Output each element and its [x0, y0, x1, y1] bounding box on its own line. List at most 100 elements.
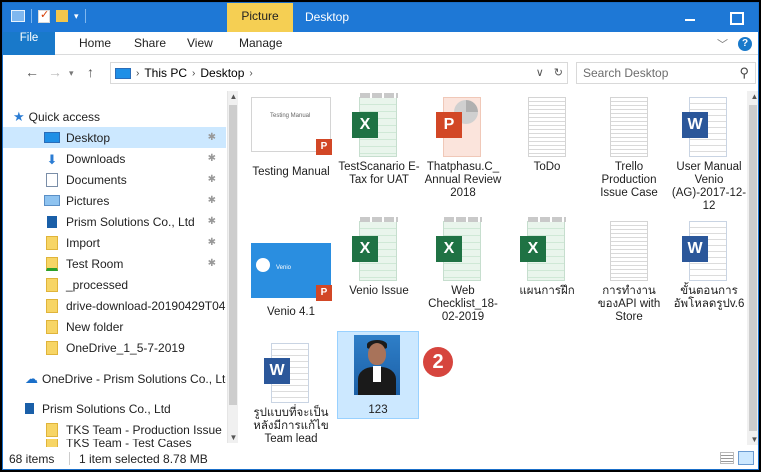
- tab-home[interactable]: Home: [79, 32, 111, 55]
- scrollbar-thumb[interactable]: [229, 105, 237, 405]
- nav-processed[interactable]: _processed: [3, 274, 226, 295]
- new-folder-icon[interactable]: [56, 10, 68, 22]
- nav-label: Test Room: [66, 256, 124, 271]
- file-item[interactable]: P Thatphasu.C_ Annual Review 2018: [421, 97, 505, 200]
- details-view-icon[interactable]: [720, 452, 734, 464]
- nav-drive-download[interactable]: drive-download-20190429T042044: [3, 295, 226, 316]
- close-button[interactable]: x: [758, 3, 759, 32]
- tab-file[interactable]: File: [3, 32, 55, 55]
- maximize-button[interactable]: [713, 3, 757, 32]
- scroll-down-icon[interactable]: ▼: [749, 435, 758, 444]
- scroll-up-icon[interactable]: ▲: [749, 92, 758, 101]
- nav-desktop[interactable]: Desktop ✱: [3, 127, 226, 148]
- pin-icon[interactable]: ✱: [208, 132, 216, 143]
- file-name: Testing Manual: [252, 166, 330, 178]
- file-item[interactable]: W รูปแบบที่จะเป็นหลังมีการแก้ไข Team lea…: [249, 343, 333, 446]
- scroll-down-icon[interactable]: ▼: [228, 433, 239, 442]
- excel-file-icon: X: [352, 93, 398, 157]
- address-bar[interactable]: › This PC › Desktop › ∨ ↻: [110, 62, 568, 84]
- pin-icon[interactable]: ✱: [208, 174, 216, 185]
- tab-view[interactable]: View: [187, 32, 213, 55]
- powerpoint-icon: P: [316, 139, 332, 155]
- photo-thumbnail[interactable]: [354, 335, 400, 395]
- file-item[interactable]: X Web Checklist_18-02-2019: [421, 217, 505, 324]
- forward-arrow-icon[interactable]: →: [48, 64, 62, 80]
- up-arrow-icon[interactable]: ↑: [87, 64, 94, 80]
- folder-icon: [46, 319, 58, 334]
- word-icon: W: [682, 236, 708, 262]
- nav-test-room[interactable]: Test Room ✱: [3, 253, 226, 274]
- step-marker-badge: 2: [423, 347, 453, 377]
- back-arrow-icon[interactable]: ←: [25, 64, 39, 80]
- nav-documents[interactable]: Documents ✱: [3, 169, 226, 190]
- minimize-button[interactable]: [668, 3, 712, 32]
- expand-ribbon-icon[interactable]: ﹀: [717, 36, 728, 52]
- nav-downloads[interactable]: ⬇ Downloads ✱: [3, 148, 226, 169]
- breadcrumb-this-pc[interactable]: This PC: [144, 66, 187, 80]
- separator: [31, 9, 32, 23]
- chevron-right-icon[interactable]: ›: [136, 68, 139, 79]
- nav-tks-test-cases[interactable]: TKS Team - Test Cases: [3, 439, 226, 447]
- file-item[interactable]: Trello Production Issue Case: [587, 97, 671, 200]
- nav-prism-solutions-pinned[interactable]: Prism Solutions Co., Ltd ✱: [3, 211, 226, 232]
- nav-onedrive[interactable]: ☁ OneDrive - Prism Solutions Co., Ltd: [3, 368, 226, 389]
- excel-file-icon: X: [436, 217, 482, 281]
- nav-scrollbar[interactable]: ▲ ▼: [227, 91, 238, 443]
- nav-label: drive-download-20190429T042044: [66, 298, 226, 313]
- help-icon[interactable]: ?: [738, 37, 752, 51]
- tab-manage[interactable]: Manage: [239, 32, 282, 55]
- download-icon: ⬇: [46, 151, 58, 167]
- address-dropdown-icon[interactable]: ∨: [536, 66, 544, 79]
- nav-import[interactable]: Import ✱: [3, 232, 226, 253]
- file-item[interactable]: X แผนการฝึก: [505, 217, 589, 298]
- customize-toolbar-icon[interactable]: ▾: [74, 11, 79, 22]
- refresh-icon[interactable]: ↻: [554, 66, 563, 79]
- nav-label: OneDrive_1_5-7-2019: [66, 340, 185, 355]
- thumbnail-title: Testing Manual: [270, 113, 311, 119]
- pin-icon[interactable]: ✱: [208, 258, 216, 269]
- prism-folder-icon: [47, 215, 57, 228]
- nav-quick-access[interactable]: ★ Quick access: [13, 106, 236, 127]
- nav-prism-solutions[interactable]: Prism Solutions Co., Ltd: [3, 398, 226, 419]
- large-icons-view-icon[interactable]: [738, 451, 754, 465]
- properties-icon[interactable]: [38, 8, 50, 23]
- pin-icon[interactable]: ✱: [208, 195, 216, 206]
- powerpoint-icon: P: [436, 112, 462, 138]
- status-bar: 68 items 1 item selected 8.78 MB: [3, 447, 758, 469]
- folder-icon: [46, 422, 58, 437]
- folder-app-icon[interactable]: [11, 10, 25, 22]
- nav-label: TKS Team - Test Cases: [66, 439, 192, 447]
- nav-pictures[interactable]: Pictures ✱: [3, 190, 226, 211]
- file-item[interactable]: Venio P Venio 4.1: [249, 221, 333, 319]
- logo-icon: [256, 258, 270, 272]
- file-item[interactable]: ToDo: [505, 97, 589, 174]
- search-input[interactable]: Search Desktop ⚲: [576, 62, 756, 84]
- scrollbar-thumb[interactable]: [749, 105, 757, 431]
- nav-new-folder[interactable]: New folder: [3, 316, 226, 337]
- search-icon[interactable]: ⚲: [739, 65, 749, 81]
- folder-icon: [46, 298, 58, 313]
- pin-icon[interactable]: ✱: [208, 216, 216, 227]
- tab-share[interactable]: Share: [134, 32, 166, 55]
- file-item[interactable]: W User Manual Venio (AG)-2017-12-12: [667, 97, 751, 213]
- chevron-right-icon[interactable]: ›: [192, 68, 195, 79]
- recent-locations-icon[interactable]: ▾: [69, 68, 74, 79]
- excel-icon: X: [520, 236, 546, 262]
- chevron-right-icon[interactable]: ›: [249, 68, 252, 79]
- file-item[interactable]: Testing Manual P Testing Manual: [249, 97, 333, 179]
- pin-icon[interactable]: ✱: [208, 237, 216, 248]
- nav-tks-production[interactable]: TKS Team - Production Issue: [3, 419, 226, 440]
- file-item[interactable]: X Venio Issue: [337, 217, 421, 298]
- file-name: แผนการฝึก: [519, 285, 575, 297]
- face: [368, 343, 386, 365]
- file-item[interactable]: การทำงานของAPI with Store: [587, 221, 671, 324]
- nav-onedrive-folder[interactable]: OneDrive_1_5-7-2019: [3, 337, 226, 358]
- file-item[interactable]: W ขั้นตอนการอัพโหลดรูปv.6: [667, 221, 751, 311]
- file-item[interactable]: X TestScanario E-Tax for UAT: [337, 93, 421, 187]
- file-name: User Manual Venio (AG)-2017-12-12: [671, 161, 747, 212]
- pin-icon[interactable]: ✱: [208, 153, 216, 164]
- content-scrollbar[interactable]: ▲ ▼: [747, 91, 758, 445]
- ribbon-tabs: File Home Share View Manage ﹀ ?: [3, 32, 758, 55]
- scroll-up-icon[interactable]: ▲: [228, 92, 239, 101]
- breadcrumb-desktop[interactable]: Desktop: [200, 66, 244, 80]
